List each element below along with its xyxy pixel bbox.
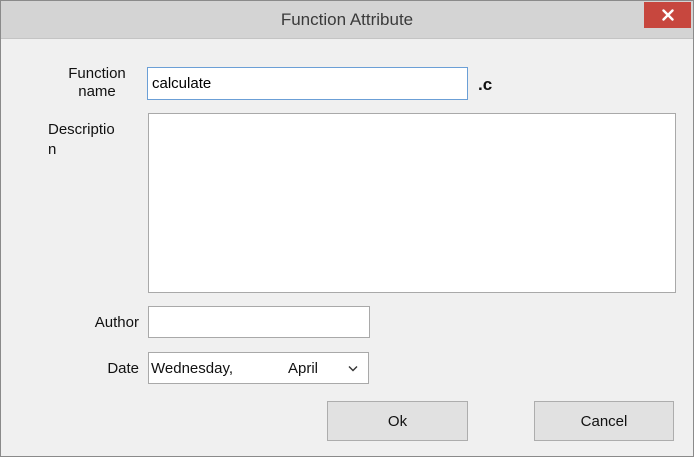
- close-button[interactable]: [644, 2, 691, 28]
- date-dropdown-button[interactable]: [340, 353, 366, 383]
- date-weekday[interactable]: Wednesday,: [151, 360, 233, 377]
- date-picker[interactable]: Wednesday, April: [148, 352, 369, 384]
- description-textarea[interactable]: [153, 118, 671, 288]
- author-field[interactable]: [148, 306, 370, 338]
- dialog-title: Function Attribute: [280, 10, 414, 29]
- author-input[interactable]: [153, 307, 365, 337]
- function-name-label-line1: Function: [68, 65, 126, 82]
- function-name-input[interactable]: [152, 68, 464, 99]
- description-label-line2: n: [48, 141, 57, 158]
- close-icon: [661, 9, 674, 21]
- function-name-label: Function name: [53, 65, 141, 101]
- chevron-down-icon: [348, 365, 358, 371]
- title-bar[interactable]: Function Attribute: [1, 1, 693, 39]
- description-label-line1: Descriptio: [48, 121, 115, 138]
- function-attribute-dialog: Function Attribute Function name .c Desc…: [0, 0, 694, 457]
- author-label: Author: [94, 314, 139, 331]
- description-label: Descriptio n: [48, 120, 140, 160]
- description-field[interactable]: [148, 113, 676, 293]
- ok-button[interactable]: Ok: [327, 401, 468, 441]
- file-extension-label: .c: [478, 75, 493, 94]
- date-label: Date: [107, 360, 139, 377]
- function-name-label-line2: name: [78, 83, 116, 100]
- date-month[interactable]: April: [288, 360, 318, 377]
- cancel-button[interactable]: Cancel: [534, 401, 674, 441]
- function-name-field[interactable]: [147, 67, 468, 100]
